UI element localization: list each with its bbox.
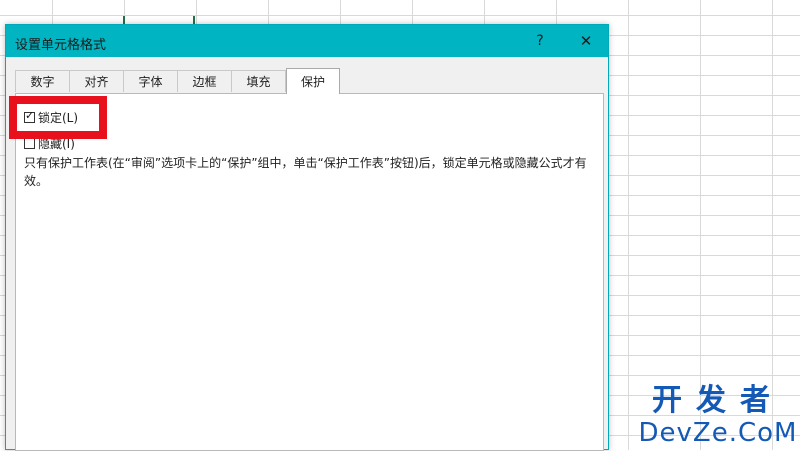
help-button[interactable]: ? [526,25,554,57]
dialog-title: 设置单元格格式 [15,38,107,53]
tab-alignment[interactable]: 对齐 [69,70,124,92]
tab-fill[interactable]: 填充 [231,70,286,92]
tab-border[interactable]: 边框 [177,70,232,92]
close-button[interactable]: ✕ [570,25,602,57]
dialog-titlebar: 设置单元格格式 ? ✕ [6,25,608,57]
locked-label: 锁定(L) [38,110,79,125]
hidden-checkbox[interactable] [24,137,35,149]
locked-checkbox[interactable]: ✓ [24,108,35,123]
hidden-label: 隐藏(I) [38,136,75,151]
protection-description: 只有保护工作表(在“审阅”选项卡上的“保护”组中，单击“保护工作表”按钮)后，锁… [24,156,587,188]
tab-protection[interactable]: 保护 [286,68,340,94]
tab-number[interactable]: 数字 [15,70,70,92]
checkmark-icon: ✓ [25,108,35,122]
hidden-checkbox-row[interactable]: 隐藏(I) [24,134,75,152]
locked-checkbox-row[interactable]: ✓ 锁定(L) [24,108,78,126]
protection-panel: ✓ 锁定(L) 隐藏(I) 只有保护工作表(在“审阅”选项卡上的“保护”组中，单… [15,93,604,451]
tab-font[interactable]: 字体 [123,70,178,92]
format-cells-dialog: 设置单元格格式 ? ✕ 数字 对齐 字体 边框 填充 保护 ✓ 锁定(L) 隐藏… [5,24,609,451]
